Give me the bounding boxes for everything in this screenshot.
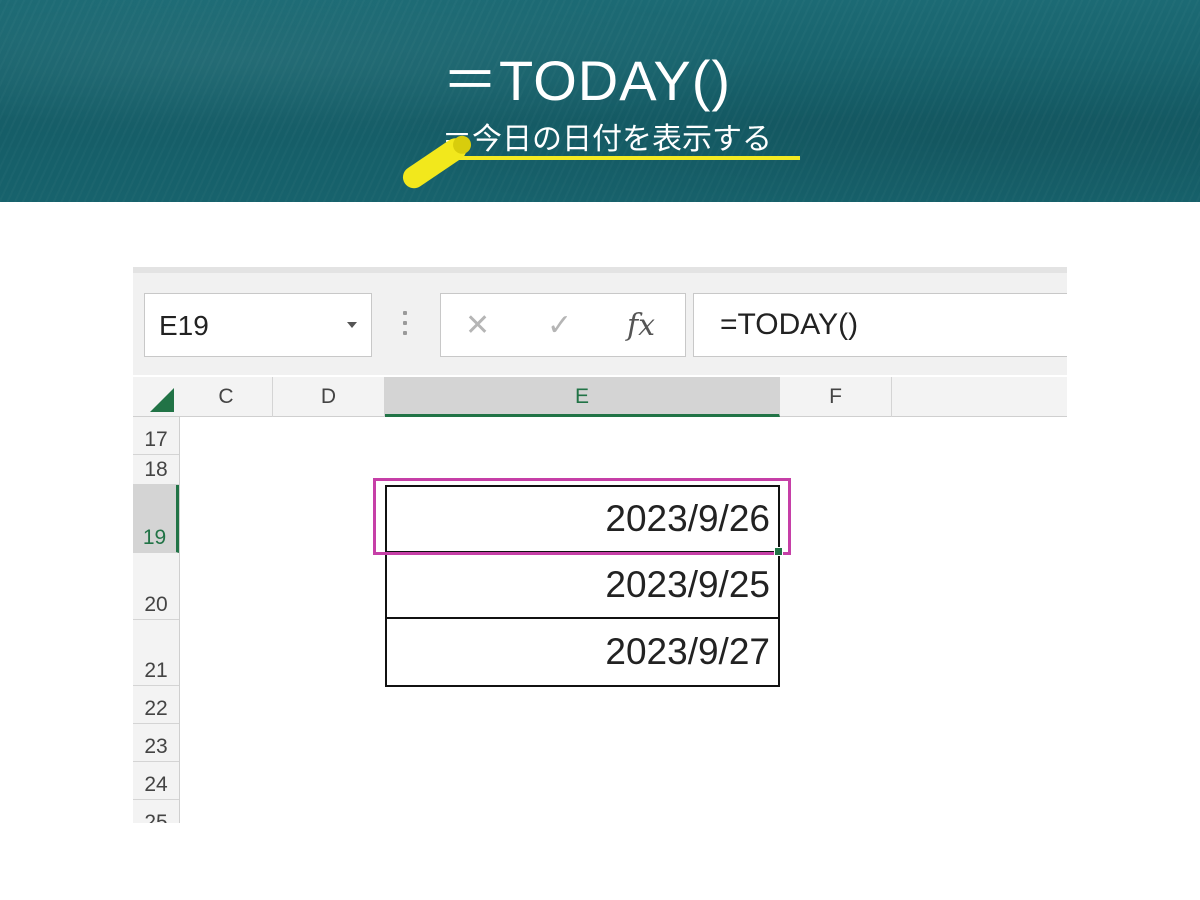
column-header-d[interactable]: D — [273, 377, 385, 417]
formula-bar-grip-icon[interactable] — [403, 311, 407, 339]
row-header-25[interactable]: 25 — [133, 800, 179, 823]
cancel-icon[interactable]: ✕ — [465, 308, 490, 343]
row-header-24[interactable]: 24 — [133, 762, 179, 800]
row-header-20[interactable]: 20 — [133, 553, 179, 620]
highlighter-marker-icon — [398, 130, 478, 193]
insert-function-icon[interactable]: fx — [627, 308, 655, 343]
row-header-22[interactable]: 22 — [133, 686, 179, 724]
row-header-17[interactable]: 17 — [133, 417, 179, 455]
chevron-down-icon[interactable] — [347, 322, 357, 328]
cell-e20[interactable]: 2023/9/25 — [385, 551, 780, 619]
name-box[interactable]: E19 — [144, 293, 372, 357]
banner-title: ＝TODAY() — [442, 49, 732, 112]
fill-handle[interactable] — [774, 547, 783, 556]
selection-highlight-box — [373, 478, 791, 555]
header-banner: ＝TODAY() ＝今日の日付を表示する — [0, 0, 1200, 202]
spreadsheet-window: E19 ✕ ✓ fx =TODAY() C D E F 17 18 19 20 … — [133, 267, 1067, 823]
row-headers: 17 18 19 20 21 22 23 24 25 — [133, 417, 180, 823]
row-header-23[interactable]: 23 — [133, 724, 179, 762]
formula-bar: E19 ✕ ✓ fx =TODAY() — [133, 267, 1067, 375]
row-header-18[interactable]: 18 — [133, 455, 179, 485]
column-header-e[interactable]: E — [385, 377, 780, 417]
formula-input[interactable]: =TODAY() — [693, 293, 1067, 357]
row-header-19[interactable]: 19 — [133, 485, 179, 553]
banner-subtitle: ＝今日の日付を表示する — [442, 123, 772, 156]
select-all-icon — [150, 388, 174, 412]
column-headers: C D E F — [133, 377, 1067, 417]
column-header-c[interactable]: C — [180, 377, 273, 417]
formula-buttons: ✕ ✓ fx — [440, 293, 686, 357]
subtitle-underline — [440, 156, 800, 160]
enter-icon[interactable]: ✓ — [547, 308, 572, 343]
cell-e21[interactable]: 2023/9/27 — [385, 617, 780, 687]
row-header-21[interactable]: 21 — [133, 620, 179, 686]
select-all-button[interactable] — [133, 377, 180, 417]
formula-text: =TODAY() — [720, 308, 859, 341]
column-header-f[interactable]: F — [780, 377, 892, 417]
name-box-value: E19 — [159, 310, 209, 341]
